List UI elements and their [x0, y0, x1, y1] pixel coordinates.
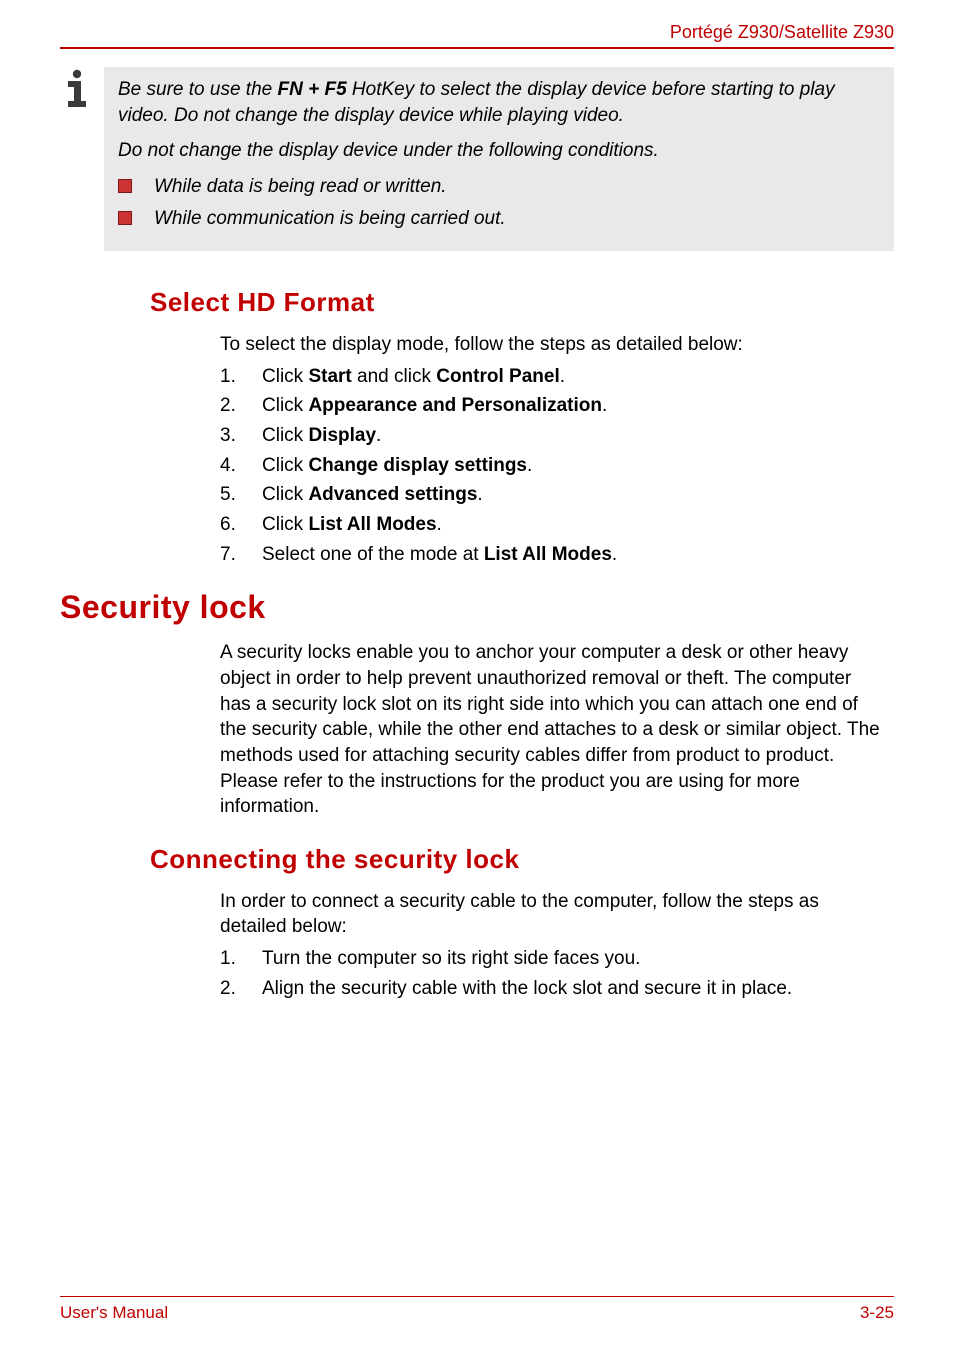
list-item: 2.Align the security cable with the lock…	[220, 976, 884, 1002]
step-number: 1.	[220, 946, 262, 972]
info-icon	[60, 67, 104, 251]
note-paragraph-2: Do not change the display device under t…	[118, 138, 880, 164]
header-rule	[60, 47, 894, 49]
step-number: 1.	[220, 364, 262, 390]
footer-page-number: 3-25	[860, 1303, 894, 1323]
list-item: 3.Click Display.	[220, 423, 884, 449]
page: Portégé Z930/Satellite Z930 Be sure to u…	[0, 0, 954, 1345]
list-item: 6.Click List All Modes.	[220, 512, 884, 538]
bullet-icon	[118, 179, 132, 193]
step-number: 2.	[220, 393, 262, 419]
step-number: 3.	[220, 423, 262, 449]
note-bullet-item: While data is being read or written.	[118, 174, 880, 200]
footer: User's Manual 3-25	[60, 1296, 894, 1323]
step-text: Click Appearance and Personalization.	[262, 393, 884, 419]
note-bullet-list: While data is being read or written. Whi…	[118, 174, 880, 231]
heading-connecting-security-lock: Connecting the security lock	[150, 844, 894, 875]
connecting-steps: 1.Turn the computer so its right side fa…	[220, 946, 884, 1001]
step-number: 2.	[220, 976, 262, 1002]
note-text: Be sure to use the	[118, 79, 278, 100]
note-body: Be sure to use the FN + F5 HotKey to sel…	[104, 67, 894, 251]
step-text: Click Start and click Control Panel.	[262, 364, 884, 390]
select-hd-intro: To select the display mode, follow the s…	[220, 332, 884, 358]
list-item: 1.Click Start and click Control Panel.	[220, 364, 884, 390]
step-text: Align the security cable with the lock s…	[262, 976, 884, 1002]
security-lock-body: A security locks enable you to anchor yo…	[220, 640, 884, 819]
step-number: 7.	[220, 542, 262, 568]
bullet-text: While communication is being carried out…	[154, 206, 880, 232]
note-block: Be sure to use the FN + F5 HotKey to sel…	[60, 67, 894, 251]
list-item: 7.Select one of the mode at List All Mod…	[220, 542, 884, 568]
step-number: 4.	[220, 453, 262, 479]
header-product: Portégé Z930/Satellite Z930	[60, 22, 894, 43]
step-text: Click Display.	[262, 423, 884, 449]
step-text: Select one of the mode at List All Modes…	[262, 542, 884, 568]
step-text: Click Change display settings.	[262, 453, 884, 479]
note-hotkey: FN + F5	[278, 79, 347, 100]
footer-rule	[60, 1296, 894, 1297]
footer-left: User's Manual	[60, 1303, 168, 1323]
note-bullet-item: While communication is being carried out…	[118, 206, 880, 232]
list-item: 1.Turn the computer so its right side fa…	[220, 946, 884, 972]
step-text: Turn the computer so its right side face…	[262, 946, 884, 972]
bullet-icon	[118, 211, 132, 225]
step-number: 5.	[220, 482, 262, 508]
heading-security-lock: Security lock	[60, 589, 894, 626]
step-number: 6.	[220, 512, 262, 538]
select-hd-steps: 1.Click Start and click Control Panel. 2…	[220, 364, 884, 567]
list-item: 4.Click Change display settings.	[220, 453, 884, 479]
note-paragraph-1: Be sure to use the FN + F5 HotKey to sel…	[118, 77, 880, 128]
step-text: Click Advanced settings.	[262, 482, 884, 508]
list-item: 2.Click Appearance and Personalization.	[220, 393, 884, 419]
list-item: 5.Click Advanced settings.	[220, 482, 884, 508]
heading-select-hd-format: Select HD Format	[150, 287, 894, 318]
step-text: Click List All Modes.	[262, 512, 884, 538]
bullet-text: While data is being read or written.	[154, 174, 880, 200]
connecting-intro: In order to connect a security cable to …	[220, 889, 884, 940]
